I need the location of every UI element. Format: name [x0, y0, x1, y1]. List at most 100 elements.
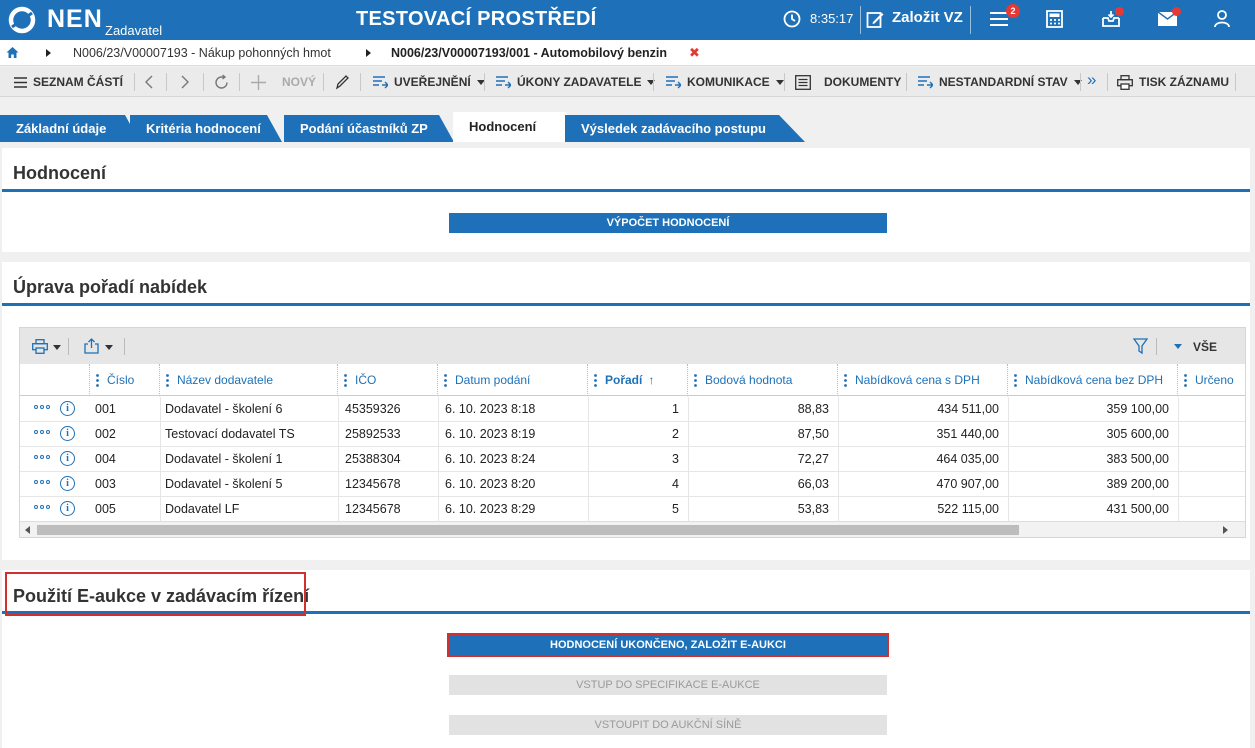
table-row[interactable]: i 003 Dodavatel - školení 5 12345678 6. 10. …	[20, 472, 1245, 497]
divider	[203, 73, 204, 91]
header-determined[interactable]: Určeno	[1178, 364, 1245, 396]
column-menu-icon[interactable]	[594, 373, 597, 387]
filter-icon[interactable]	[1133, 338, 1148, 355]
breadcrumb-procurement[interactable]: N006/23/V00007193 - Nákup pohonných hmot	[73, 46, 331, 60]
row-more-icon[interactable]	[34, 480, 50, 484]
column-divider	[160, 497, 161, 522]
column-divider	[438, 397, 439, 422]
column-menu-icon[interactable]	[844, 373, 847, 387]
header-supplier-label: Název dodavatele	[177, 373, 274, 387]
cell-score: 53,83	[797, 502, 829, 516]
close-icon[interactable]: ✖	[689, 45, 700, 61]
user-icon[interactable]	[1214, 10, 1230, 28]
cell-price-with-vat: 522 115,00	[937, 502, 999, 516]
filter-all-label[interactable]: VŠE	[1193, 340, 1217, 354]
scrollbar-thumb[interactable]	[37, 525, 1019, 535]
header-price-without-vat[interactable]: Nabídková cena bez DPH	[1008, 364, 1178, 396]
divider	[124, 338, 125, 355]
chevron-down-icon[interactable]	[105, 345, 113, 350]
column-menu-icon[interactable]	[1014, 373, 1017, 387]
divider	[239, 73, 240, 91]
edit-icon[interactable]	[866, 10, 885, 29]
info-icon[interactable]: i	[60, 476, 75, 491]
cell-price-with-vat: 351 440,00	[936, 427, 999, 441]
column-menu-icon[interactable]	[96, 373, 99, 387]
column-menu-icon[interactable]	[166, 373, 169, 387]
nonstandard-state-menu[interactable]: NESTANDARDNÍ STAV	[918, 67, 1082, 97]
column-menu-icon[interactable]	[344, 373, 347, 387]
section-title-evaluation: Hodnocení	[13, 163, 106, 183]
table-row[interactable]: i 001 Dodavatel - školení 6 45359326 6. 10. …	[20, 397, 1245, 422]
table-row[interactable]: i 002 Testovací dodavatel TS 25892533 6. 10.…	[20, 422, 1245, 447]
cell-price-without-vat: 359 100,00	[1106, 402, 1169, 416]
publish-menu[interactable]: UVEŘEJNĚNÍ	[373, 67, 485, 97]
column-menu-icon[interactable]	[694, 373, 697, 387]
table-row[interactable]: i 005 Dodavatel LF 12345678 6. 10. 2023 8:29…	[20, 497, 1245, 522]
create-contract-button[interactable]: Založit VZ	[892, 9, 963, 26]
header-submission-date[interactable]: Datum podání	[438, 364, 588, 396]
header-ico[interactable]: IČO	[338, 364, 438, 396]
new-label: NOVÝ	[282, 75, 317, 89]
print-record-button[interactable]: TISK ZÁZNAMU	[1117, 67, 1229, 97]
divider	[653, 73, 654, 91]
row-more-icon[interactable]	[34, 430, 50, 434]
tab-criteria[interactable]: Kritéria hodnocení	[130, 115, 282, 142]
calculator-icon[interactable]	[1046, 10, 1063, 28]
home-icon[interactable]	[6, 46, 19, 59]
inbox-notification-dot	[1115, 7, 1124, 16]
header-score[interactable]: Bodová hodnota	[688, 364, 838, 396]
action-toolbar: SEZNAM ČÁSTÍ NOVÝ UVEŘEJNĚNÍ ÚKONY ZADAV…	[0, 67, 1255, 97]
column-menu-icon[interactable]	[1184, 373, 1187, 387]
column-divider	[160, 447, 161, 472]
row-more-icon[interactable]	[34, 405, 50, 409]
communication-menu[interactable]: KOMUNIKACE	[666, 67, 784, 97]
grid-header: Číslo Název dodavatele IČO Datum podání …	[20, 364, 1245, 396]
horizontal-scrollbar[interactable]	[20, 521, 1245, 537]
tab-procedure-result[interactable]: Výsledek zadávacího postupu	[565, 115, 805, 142]
header-rank[interactable]: Pořadí ↑	[588, 364, 688, 396]
info-icon[interactable]: i	[60, 426, 75, 441]
info-icon[interactable]: i	[60, 501, 75, 516]
cell-ico: 45359326	[345, 402, 401, 416]
contracting-authority-acts-menu[interactable]: ÚKONY ZADAVATELE	[496, 67, 656, 97]
more-actions-button[interactable]: »	[1087, 65, 1096, 95]
divider	[323, 73, 324, 91]
tasks-menu-icon[interactable]	[990, 11, 1008, 27]
chevron-down-icon[interactable]	[1174, 344, 1182, 349]
header-supplier-name[interactable]: Název dodavatele	[160, 364, 338, 396]
info-icon[interactable]: i	[60, 451, 75, 466]
column-divider	[438, 497, 439, 522]
column-divider	[338, 497, 339, 522]
tab-basic-info[interactable]: Základní údaje	[0, 115, 140, 142]
printer-icon	[1117, 74, 1133, 90]
export-icon[interactable]	[84, 338, 99, 354]
table-row[interactable]: i 004 Dodavatel - školení 1 25388304 6. 10. …	[20, 447, 1245, 472]
chevron-down-icon[interactable]	[53, 345, 61, 350]
row-more-icon[interactable]	[34, 505, 50, 509]
column-menu-icon[interactable]	[444, 373, 447, 387]
header-number[interactable]: Číslo	[90, 364, 160, 396]
auction-specification-button[interactable]: VSTUP DO SPECIFIKACE E-AUKCE	[449, 675, 887, 695]
sort-ascending-icon[interactable]: ↑	[648, 373, 654, 387]
menu-icon	[14, 76, 27, 88]
tab-submissions[interactable]: Podání účastníků ZP	[284, 115, 454, 142]
print-icon[interactable]	[32, 339, 48, 354]
header-price-with-vat[interactable]: Nabídková cena s DPH	[838, 364, 1008, 396]
documents-button[interactable]: DOKUMENTY	[795, 67, 901, 97]
enter-auction-hall-button[interactable]: VSTOUPIT DO AUKČNÍ SÍNĚ	[449, 715, 887, 735]
list-parts-button[interactable]: SEZNAM ČÁSTÍ	[14, 67, 123, 97]
publish-label: UVEŘEJNĚNÍ	[394, 75, 471, 89]
info-icon[interactable]: i	[60, 401, 75, 416]
column-divider	[338, 422, 339, 447]
chevron-right-icon[interactable]	[180, 75, 190, 89]
chevron-left-icon[interactable]	[144, 75, 154, 89]
row-more-icon[interactable]	[34, 455, 50, 459]
refresh-icon[interactable]	[213, 74, 230, 91]
tab-evaluation[interactable]: Hodnocení	[453, 112, 581, 142]
cell-number: 002	[95, 427, 116, 441]
new-button[interactable]: NOVÝ	[251, 67, 316, 97]
pencil-icon[interactable]	[335, 74, 350, 90]
scroll-right-icon[interactable]	[1223, 526, 1228, 534]
calculate-evaluation-button[interactable]: VÝPOČET HODNOCENÍ	[449, 213, 887, 233]
scroll-left-icon[interactable]	[25, 526, 30, 534]
